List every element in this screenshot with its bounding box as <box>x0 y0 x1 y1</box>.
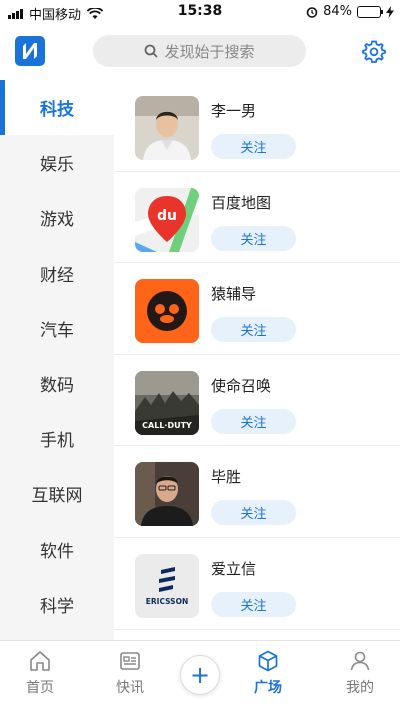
avatar[interactable] <box>135 96 199 160</box>
news-icon <box>120 652 140 670</box>
follow-button[interactable]: 关注 <box>211 500 296 526</box>
list-item[interactable]: 李一男 关注 <box>114 80 400 172</box>
follow-button[interactable]: 关注 <box>211 408 296 434</box>
status-bar: 中国移动 15:38 84% <box>0 0 400 24</box>
tab-label: 首页 <box>26 680 54 696</box>
nav-item-tech[interactable]: 科技 <box>0 80 114 136</box>
list-item[interactable]: CALL·DUTY 使命召唤 关注 <box>114 355 400 447</box>
tab-label: 广场 <box>254 680 282 696</box>
tab-label: 快讯 <box>116 680 144 696</box>
tab-label: 我的 <box>346 680 374 696</box>
nav-item-digital[interactable]: 数码 <box>0 356 114 411</box>
cube-icon <box>258 650 278 672</box>
status-right: 84% <box>306 4 394 19</box>
app-icon[interactable]: ERICSSON <box>135 554 199 618</box>
person-photo-icon <box>135 96 199 160</box>
item-name: 猿辅导 <box>211 285 257 304</box>
nav-item-finance[interactable]: 财经 <box>0 246 114 301</box>
call-of-duty-cover-icon: CALL·DUTY <box>135 370 199 435</box>
plus-icon: + <box>189 661 211 689</box>
topic-list: 李一男 关注 du 百度地图 关注 猿辅导 关注 CALL·DUTY 使命召唤 … <box>114 80 400 640</box>
tab-square[interactable]: 广场 <box>238 649 298 697</box>
search-placeholder: 发现始于搜索 <box>164 42 255 61</box>
tab-home[interactable]: 首页 <box>10 649 70 697</box>
nav-item-science[interactable]: 科学 <box>0 577 114 632</box>
charging-icon <box>386 5 394 18</box>
nav-item-software[interactable]: 软件 <box>0 522 114 577</box>
list-item[interactable]: 毕胜 关注 <box>114 446 400 538</box>
follow-button[interactable]: 关注 <box>211 225 296 251</box>
ericsson-logo-icon: ERICSSON <box>135 554 199 618</box>
tab-profile[interactable]: 我的 <box>330 649 390 697</box>
add-post-button[interactable]: + <box>180 655 220 695</box>
home-icon <box>30 651 50 671</box>
item-name: 百度地图 <box>211 193 272 212</box>
nav-item-phones[interactable]: 手机 <box>0 411 114 466</box>
baidu-maps-icon: du <box>135 187 199 252</box>
follow-button[interactable]: 关注 <box>211 317 296 343</box>
list-item[interactable]: du 百度地图 关注 <box>114 172 400 264</box>
cod-logo-text: CALL·DUTY <box>142 421 192 430</box>
nav-item-auto[interactable]: 汽车 <box>0 301 114 356</box>
top-header: 发现始于搜索 <box>0 24 400 80</box>
n-logo-icon[interactable] <box>15 36 45 66</box>
nav-item-internet[interactable]: 互联网 <box>0 466 114 521</box>
baidu-logo-text: du <box>157 208 177 224</box>
item-name: 爱立信 <box>211 560 257 578</box>
gear-icon[interactable] <box>362 39 386 63</box>
nav-item-entertainment[interactable]: 娱乐 <box>0 135 114 190</box>
search-bar[interactable]: 发现始于搜索 <box>93 35 306 67</box>
nav-item-games[interactable]: 游戏 <box>0 190 114 245</box>
item-name: 毕胜 <box>211 468 242 487</box>
alarm-icon <box>306 6 318 18</box>
game-cover[interactable]: CALL·DUTY <box>135 370 199 435</box>
category-nav: 科技 娱乐 游戏 财经 汽车 数码 手机 互联网 软件 科学 <box>0 80 114 640</box>
avatar[interactable] <box>135 462 199 527</box>
follow-button[interactable]: 关注 <box>211 134 296 159</box>
tab-news[interactable]: 快讯 <box>100 649 160 697</box>
yuanfudao-icon <box>135 279 199 344</box>
battery-percent: 84% <box>323 4 352 19</box>
item-name: 李一男 <box>211 102 257 120</box>
ericsson-logo-text: ERICSSON <box>146 597 188 606</box>
follow-button[interactable]: 关注 <box>211 592 296 617</box>
battery-icon <box>357 5 383 18</box>
user-icon <box>350 651 370 671</box>
list-item[interactable]: 猿辅导 关注 <box>114 263 400 355</box>
bottom-tabbar: 首页 快讯 + 广场 我的 <box>0 640 400 710</box>
list-item[interactable]: ERICSSON 爱立信 关注 <box>114 538 400 630</box>
app-icon[interactable] <box>135 279 199 344</box>
person-photo-icon <box>135 462 199 527</box>
app-icon[interactable]: du <box>135 187 199 252</box>
item-name: 使命召唤 <box>211 376 272 395</box>
n-logo-glyph <box>23 43 37 59</box>
search-icon <box>145 44 159 58</box>
